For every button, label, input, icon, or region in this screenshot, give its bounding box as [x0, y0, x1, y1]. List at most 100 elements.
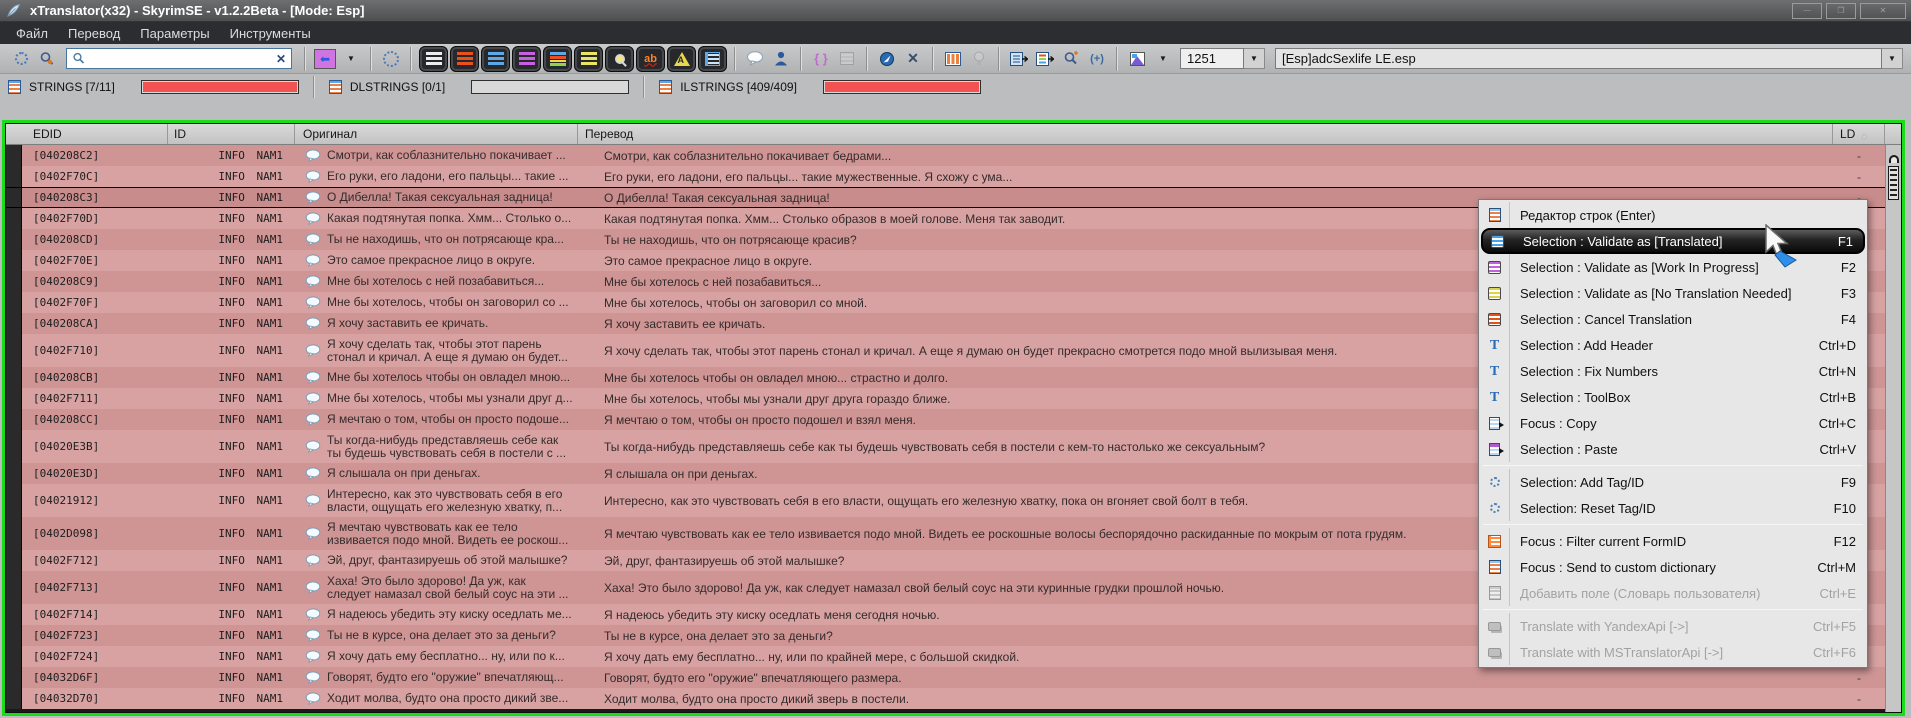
- filter-untranslated-button[interactable]: [450, 46, 479, 72]
- search-box[interactable]: [66, 48, 292, 69]
- search-options-icon[interactable]: [36, 46, 58, 72]
- menubar-item-1[interactable]: Файл: [6, 22, 58, 44]
- filter-no-translation-button[interactable]: [574, 46, 603, 72]
- formid-gray-icon: [836, 46, 858, 72]
- context-menu-item[interactable]: Focus : Send to custom dictionaryCtrl+M: [1480, 554, 1866, 580]
- menubar-item-2[interactable]: Перевод: [58, 22, 130, 44]
- clear-search-icon[interactable]: [276, 50, 286, 68]
- table-row[interactable]: [0402F70C]INFO NAM1Его руки, его ладони,…: [6, 166, 1885, 187]
- original-text: Я мечтаю чувствовать как ее тело извивае…: [327, 521, 568, 547]
- cell-edid: [040208C9]: [22, 271, 168, 292]
- maximize-button[interactable]: [1826, 3, 1856, 19]
- menu-item-label: Selection : Paste: [1520, 442, 1814, 457]
- filter-all-strings-button[interactable]: [419, 46, 448, 72]
- column-header-translation[interactable]: Перевод: [578, 124, 1833, 144]
- original-text: О Дибелла! Такая сексуальная задница!: [327, 191, 553, 204]
- original-text: Ходит молва, будто она просто дикий зве.…: [327, 692, 568, 705]
- original-text: Я хочу сделать так, чтобы этот парень ст…: [327, 338, 568, 364]
- search-input[interactable]: [85, 52, 276, 66]
- context-menu-item[interactable]: Selection : PasteCtrl+V: [1480, 436, 1866, 462]
- cell-original: Эй, друг, фантазируешь об этой малышке?: [295, 550, 578, 571]
- regex-icon[interactable]: (+): [1086, 46, 1108, 72]
- codepage-combo[interactable]: 1251: [1180, 48, 1244, 69]
- original-text: Говорят, будто его "оружие" впечатляющ..…: [327, 671, 564, 684]
- filter-partial-button[interactable]: [543, 46, 572, 72]
- options-gear-icon[interactable]: [10, 46, 32, 72]
- filter-wip-button[interactable]: [512, 46, 541, 72]
- status-label: ILSTRINGS [409/409]: [680, 80, 797, 94]
- npc-person-icon[interactable]: [770, 46, 792, 72]
- context-menu-item[interactable]: Selection : Validate as [No Translation …: [1480, 280, 1866, 306]
- cell-original: Я хочу дать ему бесплатно... ну, или по …: [295, 646, 578, 667]
- menu-icon-cell: [1480, 280, 1510, 306]
- context-menu-item[interactable]: Selection : Cancel TranslationF4: [1480, 306, 1866, 332]
- string-list-icon: [659, 80, 672, 94]
- cell-original: Хаха! Это было здорово! Да уж, как следу…: [295, 571, 578, 604]
- context-menu-item[interactable]: Selection : ToolBoxCtrl+B: [1480, 384, 1866, 410]
- close-x-icon[interactable]: ✕: [902, 46, 924, 72]
- export-translation-icon[interactable]: [1008, 46, 1030, 72]
- tag-id-icon[interactable]: [380, 46, 402, 72]
- context-menu-item[interactable]: Selection : Validate as [Work In Progres…: [1480, 254, 1866, 280]
- filter-formid-view-button[interactable]: [698, 46, 727, 72]
- braces-icon[interactable]: { }: [810, 46, 832, 72]
- menu-separator: [1483, 465, 1863, 466]
- filter-search-results-button[interactable]: [605, 46, 634, 72]
- context-menu-item[interactable]: Selection: Add Tag/IDF9: [1480, 469, 1866, 495]
- status-separator: [643, 76, 645, 98]
- close-button[interactable]: [1860, 3, 1906, 19]
- menu-icon-cell: [1480, 528, 1510, 554]
- picture-icon[interactable]: [1126, 46, 1148, 72]
- columns-table-icon[interactable]: [942, 46, 964, 72]
- red-stripes-icon: [457, 52, 473, 66]
- filter-translated-button[interactable]: [481, 46, 510, 72]
- cell-original: Мне бы хотелось чтобы он овладел мною...: [295, 367, 578, 388]
- menubar-item-3[interactable]: Параметры: [130, 22, 219, 44]
- speech-bubble-icon: [305, 254, 321, 267]
- dialog-bubble-icon[interactable]: [744, 46, 766, 72]
- context-menu-item[interactable]: Focus : CopyCtrl+C: [1480, 410, 1866, 436]
- context-menu-item[interactable]: Focus : Filter current FormIDF12: [1480, 528, 1866, 554]
- context-menu-item[interactable]: Selection : Add HeaderCtrl+D: [1480, 332, 1866, 358]
- context-menu-item[interactable]: Selection : Fix NumbersCtrl+N: [1480, 358, 1866, 384]
- speech-bubble-icon: [305, 650, 321, 663]
- cell-edid: [04032D70]: [22, 688, 168, 709]
- minimize-button[interactable]: [1792, 3, 1822, 19]
- menu-item-label: Selection : ToolBox: [1520, 390, 1814, 405]
- scrollbar-top-button[interactable]: [1886, 145, 1901, 163]
- menu-bar: ФайлПереводПараметрыИнструменты: [0, 22, 1911, 44]
- menubar-item-4[interactable]: Инструменты: [220, 22, 321, 44]
- vertical-scrollbar[interactable]: [1885, 145, 1901, 712]
- menu-item-label: Добавить поле (Словарь пользователя): [1520, 586, 1814, 601]
- row-gutter: [6, 484, 22, 517]
- back-dropdown-icon[interactable]: [340, 46, 362, 72]
- spellcheck-button[interactable]: ab: [636, 46, 665, 72]
- cell-original: Я надеюсь убедить эту киску оседлать ме.…: [295, 604, 578, 625]
- scrollbar-thumb[interactable]: [1888, 166, 1899, 200]
- plugin-file-combo[interactable]: [Esp]adcSexlife LE.esp: [1275, 48, 1882, 69]
- toolbar-separator: [410, 47, 412, 71]
- cell-id: INFO NAM1: [168, 188, 295, 207]
- context-menu-item[interactable]: Редактор строк (Enter): [1480, 202, 1866, 228]
- cell-edid: [0402D098]: [22, 517, 168, 550]
- context-menu-item[interactable]: Selection: Reset Tag/IDF10: [1480, 495, 1866, 521]
- column-header-id[interactable]: ID: [168, 124, 295, 144]
- table-row[interactable]: [04032D70]INFO NAM1Ходит молва, будто он…: [6, 688, 1885, 709]
- column-header-ld[interactable]: LD: [1833, 124, 1885, 144]
- picture-dropdown-icon[interactable]: [1152, 46, 1174, 72]
- cell-edid: [040208CC]: [22, 409, 168, 430]
- filter-warnings-button[interactable]: [667, 46, 696, 72]
- table-row[interactable]: [04032D6F]INFO NAM1Говорят, будто его "о…: [6, 667, 1885, 688]
- codepage-dropdown-icon[interactable]: [1244, 48, 1265, 69]
- title-bar: xTranslator(x32) - SkyrimSE - v1.2.2Beta…: [0, 0, 1911, 22]
- column-header-original[interactable]: Оригинал: [295, 124, 578, 144]
- back-arrow-button[interactable]: [314, 49, 336, 69]
- column-header-edid[interactable]: EDID: [6, 124, 168, 144]
- export-dictionary-icon[interactable]: [1034, 46, 1056, 72]
- table-row[interactable]: [040208C2]INFO NAM1Смотри, как соблазнит…: [6, 145, 1885, 166]
- compass-icon[interactable]: [876, 46, 898, 72]
- menu-item-shortcut: Ctrl+V: [1814, 442, 1866, 457]
- cell-original: Я хочу сделать так, чтобы этот парень ст…: [295, 334, 578, 367]
- search-add-icon[interactable]: [1060, 46, 1082, 72]
- plugin-file-dropdown-icon[interactable]: [1882, 48, 1903, 69]
